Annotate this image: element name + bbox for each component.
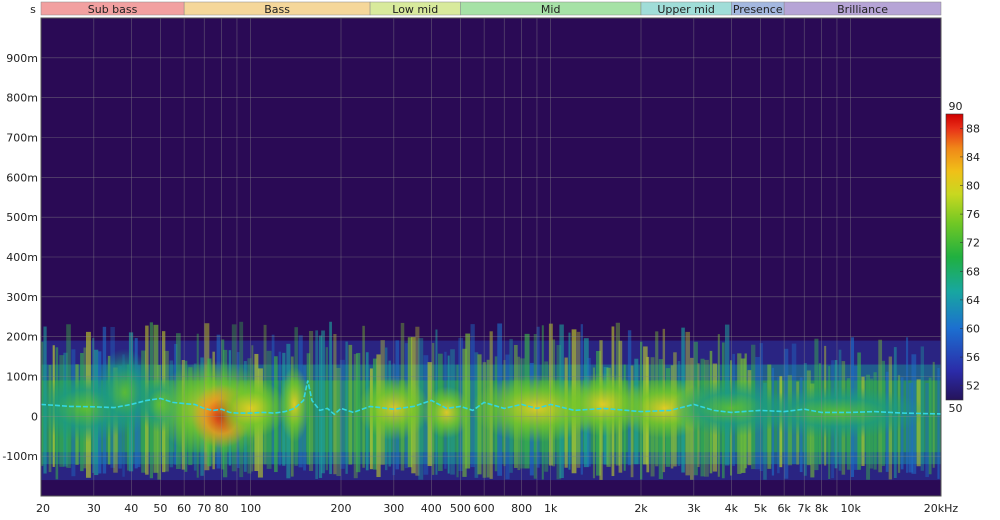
- y-tick-label: 400m: [6, 251, 38, 264]
- heat-streak: [937, 367, 940, 479]
- heat-spot: [279, 366, 310, 443]
- spectrogram-svg: Sub bass Bass Low mid Mid Upper mid Presence B…: [2, 1, 980, 515]
- band-label: Mid: [541, 3, 561, 16]
- x-tick-label: 30: [87, 502, 101, 515]
- heat-streak: [932, 361, 935, 468]
- x-tick-label: 70: [197, 502, 211, 515]
- band-label: Sub bass: [88, 3, 138, 16]
- x-tick-label: 60: [177, 502, 191, 515]
- x-tick-label: 80: [215, 502, 229, 515]
- heat-streak: [345, 341, 348, 474]
- y-tick-label: 100m: [6, 371, 38, 384]
- y-tick-label: 200m: [6, 331, 38, 344]
- colorbar-tick-label: 60: [966, 323, 980, 336]
- heat-streak: [470, 324, 475, 468]
- x-tick-label: 800: [511, 502, 532, 515]
- band-label: Upper mid: [657, 3, 715, 16]
- heat-streak: [329, 321, 332, 475]
- y-tick-label: 300m: [6, 291, 38, 304]
- y-tick-label: 0: [31, 410, 38, 423]
- y-tick-label: 800m: [6, 92, 38, 105]
- band-label: Bass: [264, 3, 290, 16]
- y-tick-label: 500m: [6, 211, 38, 224]
- colorbar-tick-label: 68: [966, 265, 980, 278]
- colorbar-tick-label: 56: [966, 351, 980, 364]
- colorbar-tick-label: 72: [966, 237, 980, 250]
- colorbar-tick-label: 84: [966, 151, 980, 164]
- band-label: Presence: [733, 3, 783, 16]
- heat-streak: [321, 330, 325, 474]
- x-tick-label: 20: [36, 502, 50, 515]
- heat-spot: [422, 386, 471, 439]
- y-tick-label: 700m: [6, 132, 38, 145]
- x-tick-label: 10k: [841, 502, 862, 515]
- heat-streak: [928, 377, 932, 475]
- colorbar-tick-label: 90: [949, 100, 963, 113]
- x-tick-label: 40: [124, 502, 138, 515]
- colorbar-tick-label: 80: [966, 180, 980, 193]
- heat-streak: [333, 334, 337, 475]
- x-tick-label: 1k: [544, 502, 558, 515]
- heat-streak: [339, 359, 345, 469]
- y-tick-label: -100m: [2, 450, 38, 463]
- x-tick-label: 3k: [687, 502, 701, 515]
- heat-streak: [925, 383, 929, 478]
- band-label: Low mid: [392, 3, 438, 16]
- x-tick-label: 5k: [754, 502, 768, 515]
- x-tick-label: 20kHz: [924, 502, 959, 515]
- y-axis-unit: s: [30, 3, 36, 16]
- y-tick-label: 900m: [6, 52, 38, 65]
- x-tick-label: 600: [474, 502, 495, 515]
- x-tick-label: 300: [383, 502, 404, 515]
- x-tick-label: 400: [421, 502, 442, 515]
- x-tick-label: 8k: [815, 502, 829, 515]
- band-label: Brilliance: [837, 3, 888, 16]
- colorbar-tick-label: 50: [949, 402, 963, 415]
- heat-streak: [348, 344, 353, 465]
- x-tick-label: 2k: [634, 502, 648, 515]
- spectrogram-chart: Sub bass Bass Low mid Mid Upper mid Presence B…: [0, 0, 1000, 520]
- x-tick-label: 200: [331, 502, 352, 515]
- x-tick-label: 7k: [798, 502, 812, 515]
- colorbar-tick-label: 64: [966, 294, 980, 307]
- x-tick-label: 4k: [725, 502, 739, 515]
- x-tick-label: 50: [153, 502, 167, 515]
- colorbar-tick-label: 52: [966, 380, 980, 393]
- x-tick-label: 100: [240, 502, 261, 515]
- y-tick-label: 600m: [6, 171, 38, 184]
- colorbar-tick-label: 88: [966, 122, 980, 135]
- colorbar-tick-label: 76: [966, 208, 980, 221]
- x-tick-label: 500: [450, 502, 471, 515]
- x-tick-label: 6k: [777, 502, 791, 515]
